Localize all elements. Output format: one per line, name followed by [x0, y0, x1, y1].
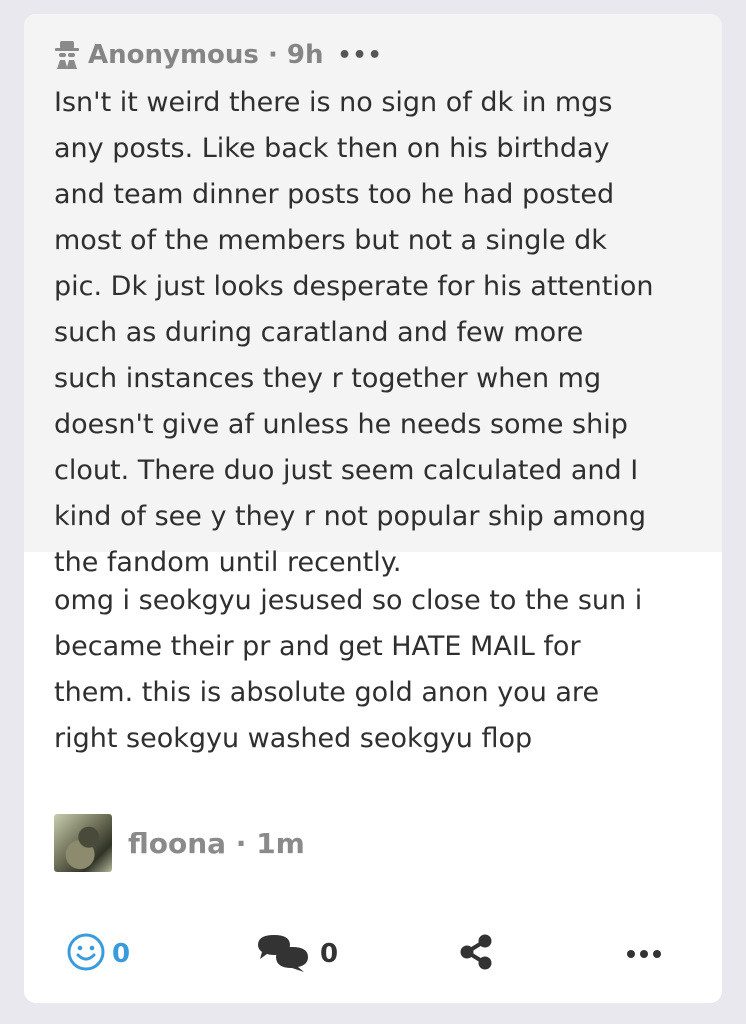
- ask-section: Anonymous · 9h ••• Isn't it weird there …: [24, 14, 722, 578]
- smile-button[interactable]: 0: [66, 922, 130, 986]
- more-button[interactable]: [624, 922, 664, 986]
- comment-button[interactable]: 0: [254, 922, 338, 986]
- ask-text: Isn't it weird there is no sign of dk in…: [54, 87, 654, 578]
- ask-time: 9h: [286, 40, 324, 70]
- ask-author[interactable]: Anonymous: [88, 40, 259, 70]
- answer-author-name: floona: [128, 826, 227, 860]
- ask-more-icon[interactable]: •••: [338, 43, 383, 68]
- spy-icon: [54, 40, 80, 70]
- post-card: Anonymous · 9h ••• Isn't it weird there …: [24, 14, 722, 1003]
- share-icon: [456, 932, 496, 976]
- answer-text: omg i seokgyu jesused so close to the su…: [54, 585, 643, 754]
- comment-icon: [254, 931, 314, 977]
- share-button[interactable]: [456, 922, 496, 986]
- smile-count: 0: [112, 939, 131, 969]
- more-icon: [624, 945, 664, 964]
- ask-meta: Anonymous · 9h •••: [54, 36, 692, 74]
- action-bar: 0 0: [24, 922, 722, 986]
- meta-separator: ·: [258, 40, 287, 70]
- meta-separator: ·: [226, 826, 257, 860]
- answer-author[interactable]: floona · 1m: [128, 827, 305, 860]
- smile-icon: [66, 932, 106, 976]
- comment-count: 0: [320, 939, 339, 969]
- answer-author-row[interactable]: floona · 1m: [54, 814, 722, 872]
- avatar[interactable]: [54, 814, 112, 872]
- answer-time: 1m: [256, 826, 305, 860]
